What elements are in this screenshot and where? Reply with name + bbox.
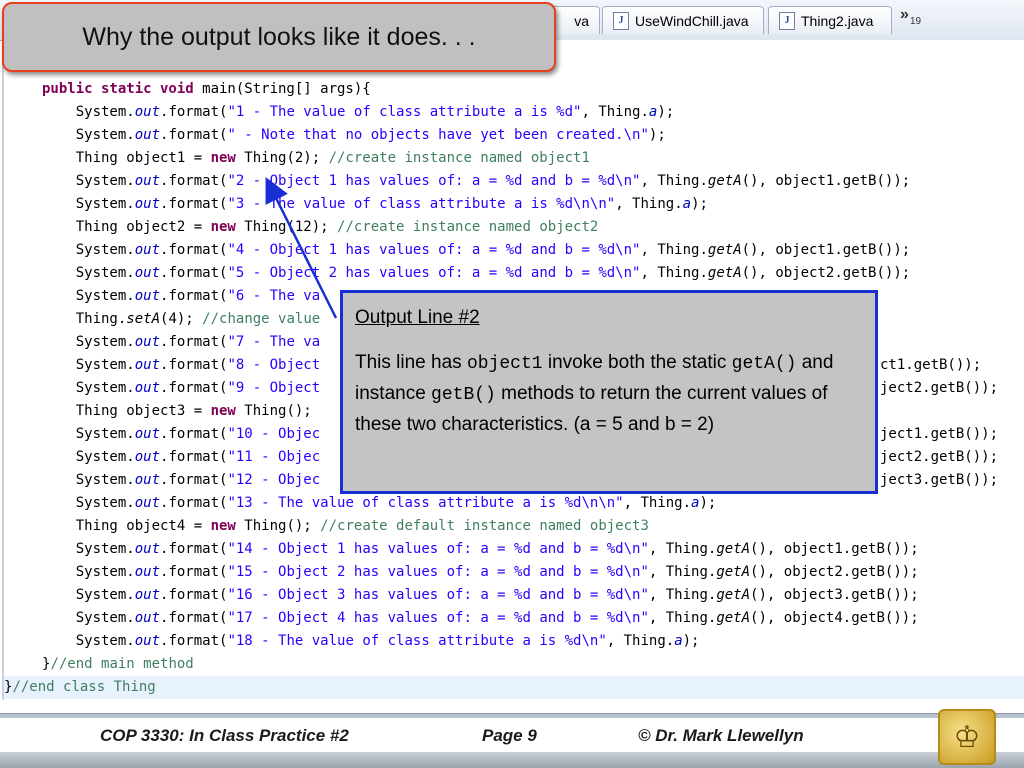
ucf-pegasus-logo: ♔ bbox=[938, 709, 996, 765]
output-line-callout: Output Line #2 This line has object1 inv… bbox=[340, 290, 878, 494]
slide-title: Why the output looks like it does. . . bbox=[2, 2, 556, 72]
code-line: System.out.format("16 - Object 3 has val… bbox=[42, 587, 919, 603]
java-file-icon: J bbox=[613, 11, 629, 30]
callout-text: This line has bbox=[355, 352, 467, 373]
code-line: public static void main(String[] args){ bbox=[42, 81, 371, 97]
code-line-tail: ject2.getB()); bbox=[880, 380, 999, 396]
code-line: System.out.format("14 - Object 1 has val… bbox=[42, 541, 919, 557]
footer-page-number: Page 9 bbox=[482, 726, 537, 745]
callout-code-geta: getA() bbox=[731, 354, 797, 374]
code-line-tail: ject1.getB()); bbox=[880, 426, 999, 442]
footer-bar bbox=[0, 752, 1024, 768]
code-line: System.out.format("7 - The va bbox=[42, 334, 321, 350]
tab-overflow-button[interactable]: » bbox=[900, 6, 909, 24]
tab-overflow-count: 19 bbox=[910, 16, 922, 27]
editor-tab-label: UseWindChill.java bbox=[635, 12, 749, 29]
code-line: Thing object4 = new Thing(); //create de… bbox=[42, 518, 649, 534]
code-line: System.out.format("10 - Objec bbox=[42, 426, 321, 442]
code-line-tail: ject2.getB()); bbox=[880, 449, 999, 465]
callout-code-object1: object1 bbox=[466, 354, 543, 374]
editor-tab-thing2[interactable]: J Thing2.java bbox=[768, 6, 892, 34]
code-line: Thing object1 = new Thing(2); //create i… bbox=[42, 150, 590, 166]
code-line: System.out.format("17 - Object 4 has val… bbox=[42, 610, 919, 626]
callout-heading: Output Line #2 bbox=[355, 307, 480, 328]
java-file-icon: J bbox=[779, 11, 795, 30]
code-line: System.out.format("8 - Object bbox=[42, 357, 321, 373]
code-line: System.out.format("9 - Object bbox=[42, 380, 321, 396]
code-line: System.out.format("18 - The value of cla… bbox=[42, 633, 700, 649]
code-line: System.out.format("12 - Objec bbox=[42, 472, 321, 488]
callout-text: invoke both the static bbox=[542, 352, 732, 373]
code-line: System.out.format(" - Note that no objec… bbox=[42, 127, 666, 143]
callout-code-getb: getB() bbox=[431, 385, 496, 405]
editor-tab-label: Thing2.java bbox=[801, 12, 874, 29]
code-line: System.out.format("6 - The va bbox=[42, 288, 321, 304]
code-line-current: }//end class Thing bbox=[4, 676, 1024, 699]
editor-tab-label: va bbox=[574, 12, 589, 29]
code-line: System.out.format("11 - Objec bbox=[42, 449, 321, 465]
code-line: Thing object3 = new Thing(); bbox=[42, 403, 312, 419]
code-line: }//end main method bbox=[42, 656, 194, 672]
code-line: System.out.format("5 - Object 2 has valu… bbox=[42, 265, 911, 281]
code-line: Thing.setA(4); //change value bbox=[42, 311, 321, 327]
code-line: System.out.format("1 - The value of clas… bbox=[42, 104, 675, 120]
footer-course: COP 3330: In Class Practice #2 bbox=[100, 726, 349, 745]
code-line: System.out.format("13 - The value of cla… bbox=[42, 495, 717, 511]
code-line-tail: ject3.getB()); bbox=[880, 472, 999, 488]
callout-body: This line has object1 invoke both the st… bbox=[355, 348, 863, 439]
editor-tab-usewindchill[interactable]: J UseWindChill.java bbox=[602, 6, 764, 34]
slide-title-text: Why the output looks like it does. . . bbox=[82, 22, 476, 51]
footer-author: © Dr. Mark Llewellyn bbox=[638, 726, 804, 745]
code-line: Thing object2 = new Thing(12); //create … bbox=[42, 219, 599, 235]
code-line-tail: ct1.getB()); bbox=[880, 357, 982, 373]
code-line: System.out.format("4 - Object 1 has valu… bbox=[42, 242, 911, 258]
code-line: System.out.format("3 - The value of clas… bbox=[42, 196, 708, 212]
code-line: System.out.format("2 - Object 1 has valu… bbox=[42, 173, 911, 189]
code-line: System.out.format("15 - Object 2 has val… bbox=[42, 564, 919, 580]
